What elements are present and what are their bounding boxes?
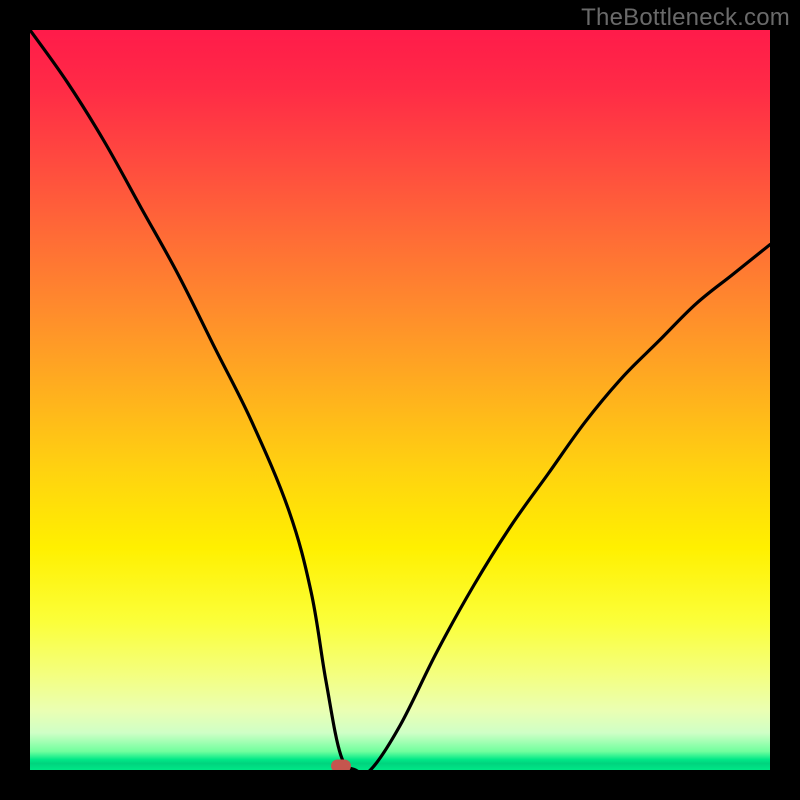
watermark-text: TheBottleneck.com (581, 4, 790, 32)
plot-area (30, 30, 770, 770)
optimal-point-marker (331, 760, 351, 770)
bottleneck-gradient-background (30, 30, 770, 770)
chart-frame: TheBottleneck.com (0, 0, 800, 800)
